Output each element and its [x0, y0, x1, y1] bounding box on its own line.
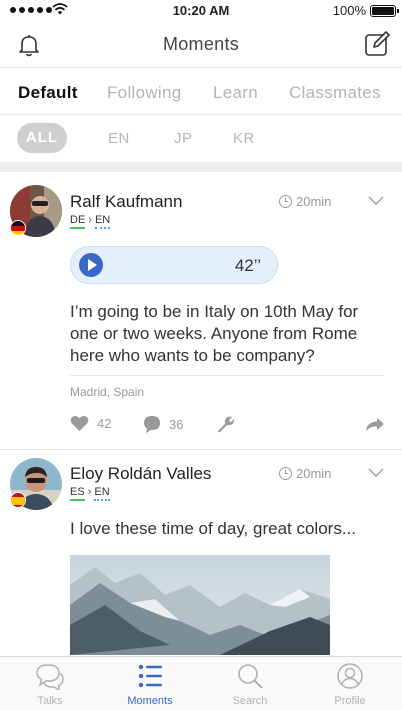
- heart-icon: [70, 415, 89, 432]
- filter-en[interactable]: EN: [108, 130, 130, 147]
- voice-message-player[interactable]: 42’’: [70, 246, 278, 284]
- status-bar: 10:20 AM 100%: [0, 0, 402, 22]
- top-nav-bar: Moments: [0, 22, 402, 68]
- learning-language: EN: [94, 214, 111, 229]
- learning-language: EN: [94, 486, 110, 501]
- native-language: DE: [70, 214, 86, 229]
- comment-button[interactable]: 36: [143, 415, 183, 433]
- section-divider: [0, 162, 402, 172]
- like-count: 42: [97, 416, 112, 431]
- post-location: Madrid, Spain: [70, 385, 145, 399]
- tab-default[interactable]: Default: [18, 83, 78, 103]
- author-name[interactable]: Ralf Kaufmann: [70, 192, 182, 212]
- feed-tabs: Default Following Learn Classmates: [0, 69, 402, 115]
- time-ago-text: 20min: [296, 194, 332, 209]
- battery-percentage: 100%: [332, 3, 366, 18]
- wrench-icon[interactable]: [216, 415, 234, 433]
- post-photo[interactable]: [70, 555, 330, 655]
- tab-label: Moments: [127, 695, 173, 707]
- filter-kr[interactable]: KR: [233, 130, 255, 147]
- native-language: ES: [70, 486, 85, 501]
- divider: [70, 375, 384, 376]
- arrow-icon: ›: [87, 486, 92, 498]
- language-pair: ES › EN: [70, 486, 110, 501]
- language-filter-bar: ALL EN JP KR: [0, 116, 402, 162]
- chevron-down-icon[interactable]: [368, 196, 384, 206]
- post-time: 20min: [279, 466, 331, 481]
- post-text: I’m going to be in Italy on 10th May for…: [70, 302, 359, 365]
- like-button[interactable]: 42: [70, 415, 111, 432]
- post-time: 20min: [279, 194, 331, 209]
- arrow-icon: ›: [88, 214, 92, 226]
- bottom-tab-bar: Talks Moments Search Profile: [0, 656, 402, 710]
- tab-moments[interactable]: Moments: [110, 661, 190, 707]
- time-ago-text: 20min: [296, 466, 332, 481]
- tab-classmates[interactable]: Classmates: [289, 83, 381, 103]
- filter-all[interactable]: ALL: [17, 123, 67, 153]
- tab-profile[interactable]: Profile: [310, 661, 390, 707]
- tab-label: Search: [232, 695, 268, 707]
- spain-flag-icon: [10, 492, 26, 508]
- clock-icon: [279, 467, 292, 480]
- battery-icon: [370, 5, 399, 17]
- tab-label: Profile: [334, 695, 366, 707]
- author-name[interactable]: Eloy Roldán Valles: [70, 464, 211, 484]
- post-text: I love these time of day, great colors..…: [70, 519, 356, 538]
- language-pair: DE › EN: [70, 214, 111, 229]
- post-actions: 42 36: [70, 415, 386, 437]
- clock-icon: [279, 195, 292, 208]
- moment-post: Ralf Kaufmann DE › EN 20min 42’’ I’m going…: [0, 172, 402, 450]
- moments-list-icon: [138, 664, 162, 688]
- page-title: Moments: [162, 34, 240, 54]
- share-arrow-icon[interactable]: [366, 417, 384, 432]
- tab-talks[interactable]: Talks: [10, 661, 90, 707]
- tab-following[interactable]: Following: [107, 83, 182, 103]
- germany-flag-icon: [10, 220, 26, 236]
- chat-bubbles-icon: [36, 664, 64, 690]
- comment-icon: [144, 416, 160, 433]
- audio-duration: 42’’: [234, 256, 261, 275]
- tab-learn[interactable]: Learn: [213, 83, 258, 103]
- compose-edit-icon[interactable]: [364, 31, 390, 57]
- tab-search[interactable]: Search: [210, 661, 290, 707]
- filter-jp[interactable]: JP: [174, 130, 193, 147]
- chevron-down-icon[interactable]: [368, 468, 384, 478]
- search-icon: [238, 664, 263, 689]
- comment-count: 36: [169, 416, 184, 432]
- play-icon[interactable]: [79, 253, 103, 277]
- profile-icon: [337, 663, 363, 689]
- tab-label: Talks: [37, 695, 63, 707]
- moment-post: Eloy Roldán Valles ES › EN 20min I love th…: [0, 450, 402, 656]
